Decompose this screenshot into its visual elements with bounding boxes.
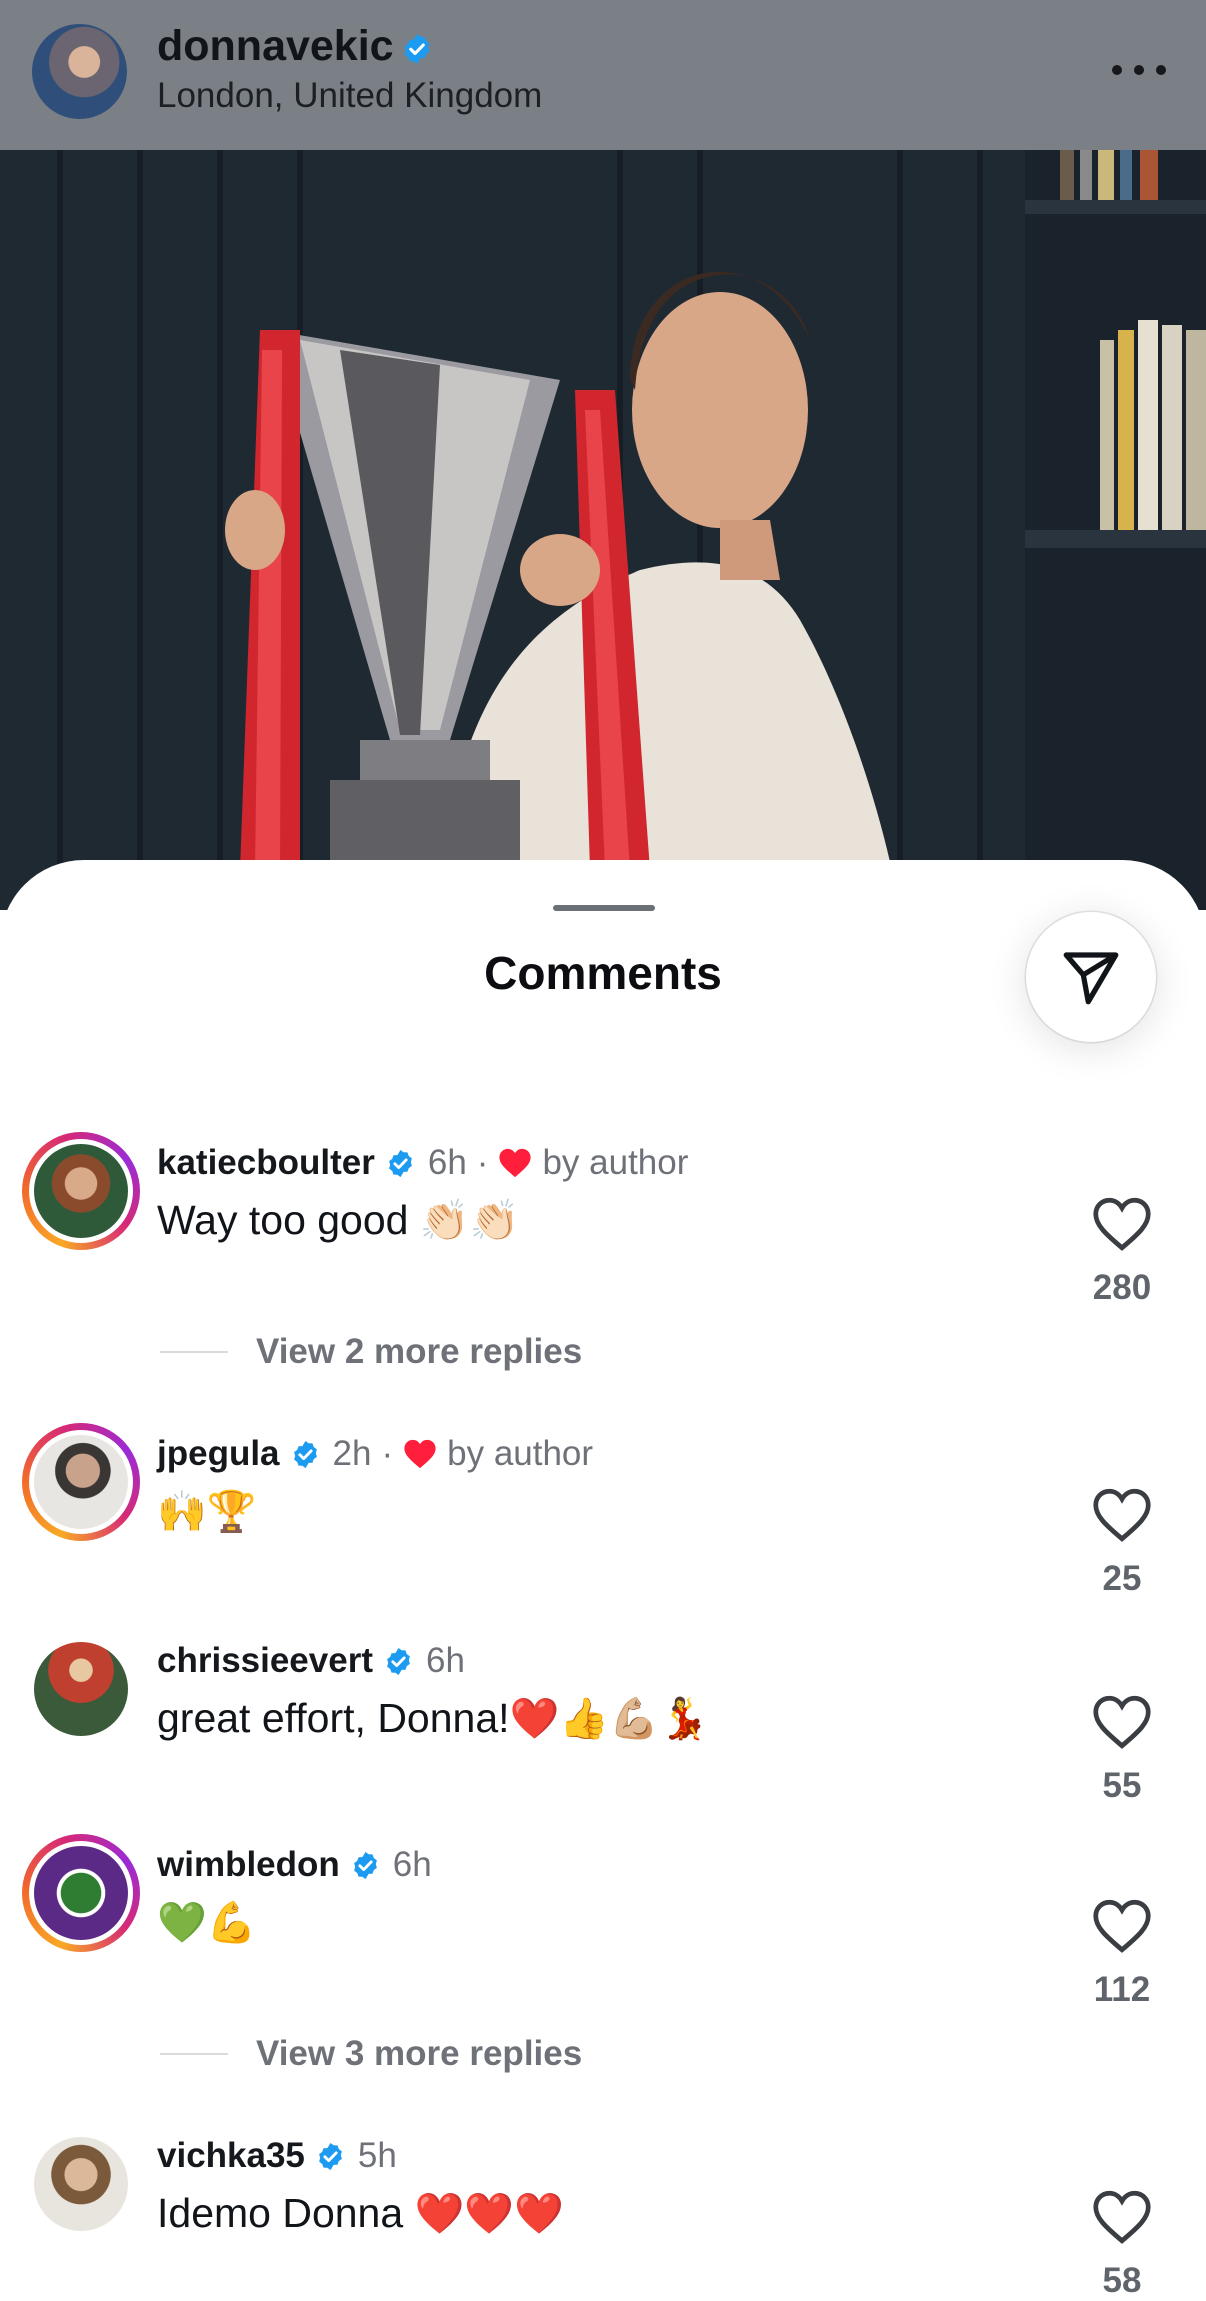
liked-by-author-label: by author [447, 1434, 594, 1473]
like-count: 25 [1102, 1559, 1142, 1598]
comment-text: Way too good 👏🏻👏🏻 [157, 1192, 519, 1249]
sheet-grabber[interactable] [553, 905, 655, 911]
comment-emoji: ❤️👍💪🏼💃 [509, 1696, 709, 1742]
view-replies-button[interactable]: View 2 more replies [160, 1330, 582, 1374]
heart-outline-icon[interactable] [1092, 1694, 1152, 1750]
heart-outline-icon[interactable] [1092, 2189, 1152, 2245]
heart-outline-icon[interactable] [1092, 1898, 1152, 1954]
heart-outline-icon[interactable] [1092, 1196, 1152, 1252]
comment-username[interactable]: chrissieevert [157, 1641, 373, 1681]
comment-text-content: Idemo Donna [157, 2190, 404, 2236]
comment-text: 💚💪 [157, 1894, 257, 1951]
liked-by-author-label: by author [542, 1143, 689, 1182]
comment-time: 2h [332, 1434, 372, 1473]
paper-plane-icon [1063, 952, 1119, 1005]
comment-username[interactable]: wimbledon [157, 1845, 340, 1885]
like-count: 58 [1102, 2261, 1142, 2300]
avatar[interactable] [22, 2125, 140, 2243]
verified-badge-icon [353, 1851, 377, 1879]
avatar[interactable] [22, 1834, 140, 1952]
like-count: 112 [1093, 1970, 1151, 2009]
comment-emoji: 👏🏻👏🏻 [419, 1198, 520, 1244]
comment-time: 5h [357, 2136, 397, 2175]
verified-badge-icon [388, 1149, 412, 1177]
like-count: 55 [1102, 1766, 1142, 1805]
view-replies-label[interactable]: View 2 more replies [256, 1332, 582, 1372]
replies-divider [160, 2053, 228, 2055]
post-author-avatar[interactable] [32, 24, 127, 119]
comment-text: great effort, Donna!❤️👍💪🏼💃 [157, 1690, 709, 1747]
post-header: donnavekic London, United Kingdom [0, 0, 1206, 150]
heart-outline-icon[interactable] [1092, 1487, 1152, 1543]
view-replies-label[interactable]: View 3 more replies [256, 2034, 582, 2074]
red-heart-icon [499, 1148, 532, 1178]
view-replies-button[interactable]: View 3 more replies [160, 2032, 582, 2076]
comment-username[interactable]: katiecboulter [157, 1143, 375, 1183]
comment-time: 6h [427, 1143, 467, 1182]
avatar[interactable] [22, 1630, 140, 1748]
share-button[interactable] [1026, 912, 1156, 1042]
verified-badge-icon [293, 1440, 317, 1468]
comment-username[interactable]: jpegula [157, 1434, 280, 1474]
like-count: 280 [1092, 1268, 1152, 1307]
post-photo [0, 150, 1206, 910]
comment-emoji: ❤️❤️❤️ [414, 2191, 564, 2237]
post-location[interactable]: London, United Kingdom [157, 76, 542, 116]
verified-badge-icon [319, 2142, 342, 2170]
comment-text-content: Way too good [157, 1197, 409, 1243]
red-heart-icon [404, 1439, 436, 1469]
comments-sheet: Comments katiecboulter 6h · by author Wa… [0, 860, 1206, 2300]
comment-time: 6h [425, 1641, 465, 1680]
comment-emoji: 💚💪 [157, 1900, 257, 1946]
verified-badge-icon [404, 34, 430, 64]
comment-time: 6h [392, 1845, 432, 1884]
comment-emoji: 🙌🏆 [157, 1489, 257, 1535]
comment-text: Idemo Donna ❤️❤️❤️ [157, 2185, 564, 2242]
avatar[interactable] [22, 1132, 140, 1250]
verified-badge-icon [387, 1647, 410, 1675]
more-options-icon[interactable] [1112, 50, 1166, 90]
post-username[interactable]: donnavekic [157, 22, 394, 71]
comment-username[interactable]: vichka35 [157, 2136, 305, 2176]
comment-text: 🙌🏆 [157, 1483, 257, 1540]
post-photo-illustration [0, 150, 1206, 910]
separator-dot: · [476, 1143, 489, 1182]
replies-divider [160, 1351, 228, 1353]
avatar[interactable] [22, 1423, 140, 1541]
separator-dot: · [381, 1434, 394, 1473]
comment-text-content: great effort, Donna! [157, 1695, 510, 1741]
